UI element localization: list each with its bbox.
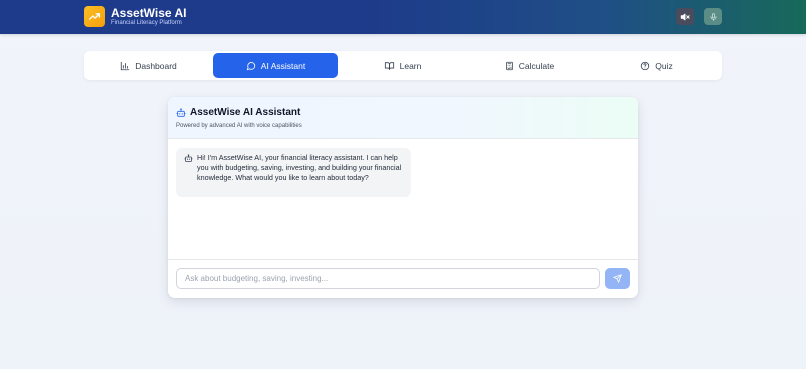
tab-dashboard[interactable]: Dashboard — [86, 53, 211, 78]
book-open-icon — [384, 61, 394, 70]
chat-title: AssetWise AI Assistant — [190, 107, 301, 118]
tab-label: Learn — [399, 60, 422, 71]
send-icon — [613, 274, 622, 283]
tab-label: Calculate — [518, 60, 555, 71]
tab-label: AI Assistant — [260, 60, 306, 71]
volume-mute-icon — [680, 13, 690, 20]
trending-up-icon — [84, 6, 105, 27]
tab-label: Quiz — [655, 60, 673, 71]
chat-card: AssetWise AI Assistant Powered by advanc… — [168, 97, 638, 298]
quiz-icon — [641, 61, 650, 70]
chat-input[interactable] — [176, 268, 600, 289]
tab-calculate[interactable]: Calculate — [467, 53, 592, 78]
assistant-message: Hi! I'm AssetWise AI, your financial lit… — [176, 148, 411, 197]
mute-button[interactable] — [676, 8, 694, 25]
chat-input-bar — [168, 259, 638, 298]
bot-icon — [176, 108, 186, 117]
message-text: Hi! I'm AssetWise AI, your financial lit… — [197, 153, 402, 182]
microphone-button[interactable] — [704, 8, 722, 25]
app-subtitle: Financial Literacy Platform — [111, 20, 182, 26]
main-tabs: Dashboard AI Assistant Learn Calculate Q… — [84, 51, 722, 80]
tab-quiz[interactable]: Quiz — [594, 53, 719, 78]
bar-chart-icon — [121, 61, 130, 70]
message-circle-icon — [246, 61, 255, 70]
tab-label: Dashboard — [135, 60, 177, 71]
tab-ai-assistant[interactable]: AI Assistant — [213, 53, 338, 78]
chat-subtitle: Powered by advanced AI with voice capabi… — [176, 123, 302, 129]
microphone-icon — [709, 12, 717, 21]
tab-learn[interactable]: Learn — [340, 53, 465, 78]
app-title: AssetWise AI — [111, 6, 187, 20]
send-button[interactable] — [605, 268, 630, 289]
calculator-icon — [505, 61, 513, 70]
app-header: AssetWise AI Financial Literacy Platform — [0, 0, 806, 34]
chat-header: AssetWise AI Assistant Powered by advanc… — [168, 97, 638, 139]
bot-icon — [184, 154, 193, 162]
